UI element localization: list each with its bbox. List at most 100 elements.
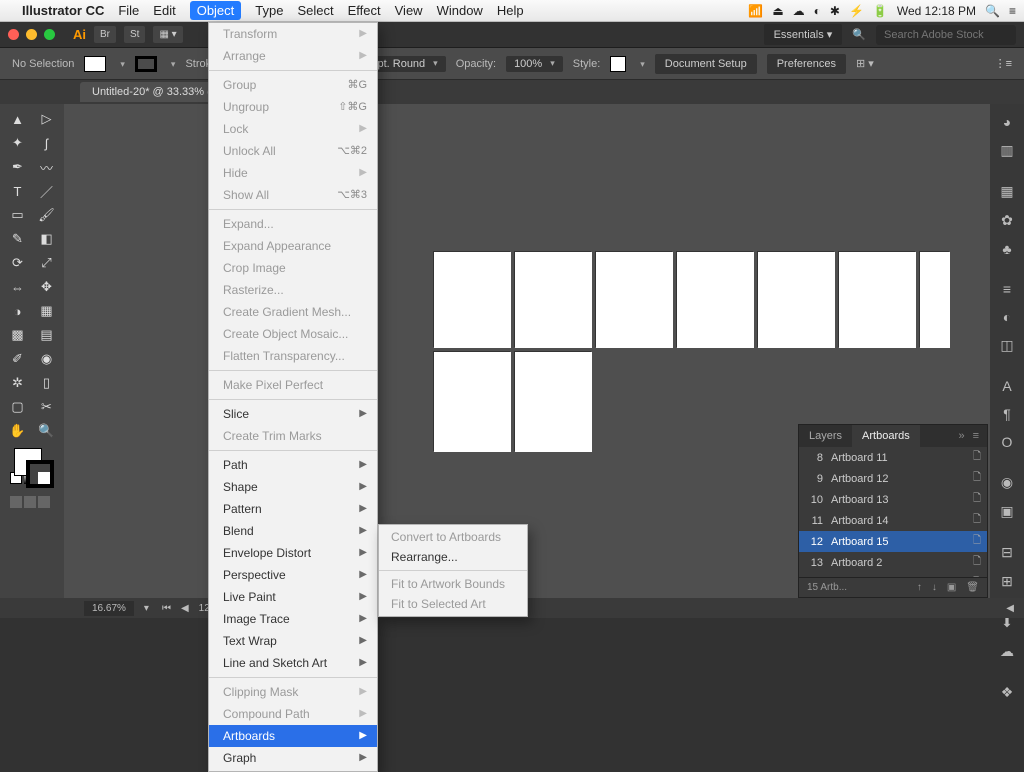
shape-builder-tool-icon[interactable]: ◑ [4, 300, 31, 322]
scroll-left-icon[interactable]: ◀ [1006, 603, 1014, 614]
menu-item-shape[interactable]: Shape▶ [209, 476, 377, 498]
blend-tool-icon[interactable]: ◉ [33, 348, 60, 370]
swatches-panel-icon[interactable]: ▦ [998, 183, 1016, 200]
artboard[interactable] [758, 252, 835, 348]
transform-panel-icon[interactable]: ⊞ [998, 573, 1016, 590]
curvature-tool-icon[interactable]: 〰 [33, 156, 60, 178]
menu-item-live-paint[interactable]: Live Paint▶ [209, 586, 377, 608]
gradient-panel-icon[interactable]: ◐ [998, 309, 1016, 325]
mesh-tool-icon[interactable]: ▩ [4, 324, 31, 346]
status-icon[interactable]: 📶 [748, 4, 763, 18]
character-panel-icon[interactable]: A [998, 378, 1016, 394]
delete-artboard-icon[interactable]: 🗑 [966, 582, 979, 593]
eraser-tool-icon[interactable]: ◧ [33, 228, 60, 250]
artboard-options-icon[interactable]: 🗋 [973, 512, 981, 529]
paintbrush-tool-icon[interactable]: 🖌 [33, 204, 60, 226]
color-panel-icon[interactable]: ◕ [998, 114, 1016, 130]
artboard[interactable] [434, 352, 511, 452]
menu-item-pattern[interactable]: Pattern▶ [209, 498, 377, 520]
hand-tool-icon[interactable]: ✋ [4, 420, 31, 442]
paragraph-panel-icon[interactable]: ¶ [998, 406, 1016, 422]
free-transform-tool-icon[interactable]: ✥ [33, 276, 60, 298]
menu-item-artboards[interactable]: Artboards▶ [209, 725, 377, 747]
line-tool-icon[interactable]: ／ [33, 180, 60, 202]
menu-view[interactable]: View [395, 3, 423, 18]
tab-artboards[interactable]: Artboards [852, 425, 920, 447]
stock-button[interactable]: St [124, 26, 145, 43]
rotate-tool-icon[interactable]: ⟳ [4, 252, 31, 274]
menu-item-line-and-sketch-art[interactable]: Line and Sketch Art▶ [209, 652, 377, 674]
menu-item-graph[interactable]: Graph▶ [209, 747, 377, 769]
fill-swatch[interactable] [84, 56, 106, 72]
artboard[interactable] [515, 352, 592, 452]
brushes-panel-icon[interactable]: ✿ [998, 212, 1016, 229]
status-icon[interactable]: ☁ [793, 4, 805, 18]
artboard-options-icon[interactable]: 🗋 [973, 533, 981, 550]
rectangle-tool-icon[interactable]: ▭ [4, 204, 31, 226]
opentype-panel-icon[interactable]: O [998, 434, 1016, 450]
menu-effect[interactable]: Effect [348, 3, 381, 18]
submenu-item-rearrange-[interactable]: Rearrange... [379, 547, 527, 567]
stroke-panel-icon[interactable]: ≡ [998, 281, 1016, 297]
close-icon[interactable] [8, 29, 19, 40]
align-panel-icon[interactable]: ⊟ [998, 544, 1016, 561]
artboard-list-item[interactable]: 13Artboard 2🗋 [799, 552, 987, 573]
lasso-tool-icon[interactable]: ʃ [33, 132, 60, 154]
new-artboard-icon[interactable]: ▣ [947, 582, 956, 593]
artboard-list-item[interactable]: 9Artboard 12🗋 [799, 468, 987, 489]
move-up-icon[interactable]: ↑ [917, 582, 922, 593]
artboard-list-item[interactable]: 11Artboard 14🗋 [799, 510, 987, 531]
color-guide-icon[interactable]: ▥ [998, 142, 1016, 159]
symbols-panel-icon[interactable]: ♣ [998, 241, 1016, 257]
zoom-dropdown-icon[interactable]: ▾ [144, 603, 149, 614]
none-mode-icon[interactable] [38, 472, 50, 484]
opacity-field[interactable]: 100% [506, 56, 563, 72]
artboard-options-icon[interactable]: 🗋 [973, 554, 981, 571]
arrange-docs-button[interactable]: ▦ ▾ [153, 26, 182, 43]
artboard-options-icon[interactable]: 🗋 [973, 575, 981, 577]
selection-tool-icon[interactable]: ▲ [4, 108, 31, 130]
preferences-button[interactable]: Preferences [767, 54, 846, 74]
stroke-swatch[interactable] [135, 56, 157, 72]
column-graph-tool-icon[interactable]: ▯ [33, 372, 60, 394]
gradient-tool-icon[interactable]: ▤ [33, 324, 60, 346]
artboard-options-icon[interactable]: 🗋 [973, 449, 981, 466]
menu-window[interactable]: Window [437, 3, 483, 18]
status-icon[interactable]: ◐ [814, 4, 821, 18]
transparency-panel-icon[interactable]: ◫ [998, 337, 1016, 354]
menu-item-envelope-distort[interactable]: Envelope Distort▶ [209, 542, 377, 564]
menu-item-perspective[interactable]: Perspective▶ [209, 564, 377, 586]
artboard-options-icon[interactable]: 🗋 [973, 491, 981, 508]
menu-help[interactable]: Help [497, 3, 524, 18]
menu-item-path[interactable]: Path▶ [209, 454, 377, 476]
artboard[interactable] [434, 252, 511, 348]
search-input[interactable] [876, 25, 1016, 45]
menu-item-blend[interactable]: Blend▶ [209, 520, 377, 542]
zoom-field[interactable]: 16.67% [84, 601, 134, 616]
artboard[interactable] [677, 252, 754, 348]
width-tool-icon[interactable]: ⇔ [4, 276, 31, 298]
fill-stroke-control[interactable] [4, 444, 60, 500]
bluetooth-icon[interactable]: ✱ [830, 4, 840, 18]
panel-menu-icon[interactable]: ⋮≡ [995, 57, 1012, 70]
battery-icon[interactable]: 🔋 [873, 4, 888, 18]
app-name[interactable]: Illustrator CC [22, 3, 104, 18]
artboard-list-item[interactable]: 8Artboard 11🗋 [799, 447, 987, 468]
menu-type[interactable]: Type [255, 3, 283, 18]
prev-icon[interactable]: ◀ [178, 603, 192, 614]
libraries-panel-icon[interactable]: ☁ [998, 643, 1016, 660]
layers-panel-icon[interactable]: ❖ [998, 684, 1016, 701]
appearance-panel-icon[interactable]: ◉ [998, 474, 1016, 491]
menu-item-slice[interactable]: Slice▶ [209, 403, 377, 425]
artboard[interactable] [515, 252, 592, 348]
symbol-sprayer-tool-icon[interactable]: ✲ [4, 372, 31, 394]
panel-menu-icon[interactable]: ≡ [973, 430, 979, 442]
menu-edit[interactable]: Edit [153, 3, 175, 18]
align-button[interactable]: ⊞ ▾ [856, 57, 874, 70]
artboard[interactable] [839, 252, 916, 348]
stroke-dropdown[interactable] [167, 58, 176, 70]
eyedropper-tool-icon[interactable]: ✐ [4, 348, 31, 370]
menu-select[interactable]: Select [297, 3, 333, 18]
wifi-icon[interactable]: ⚡ [849, 4, 864, 18]
direct-selection-tool-icon[interactable]: ▷ [33, 108, 60, 130]
